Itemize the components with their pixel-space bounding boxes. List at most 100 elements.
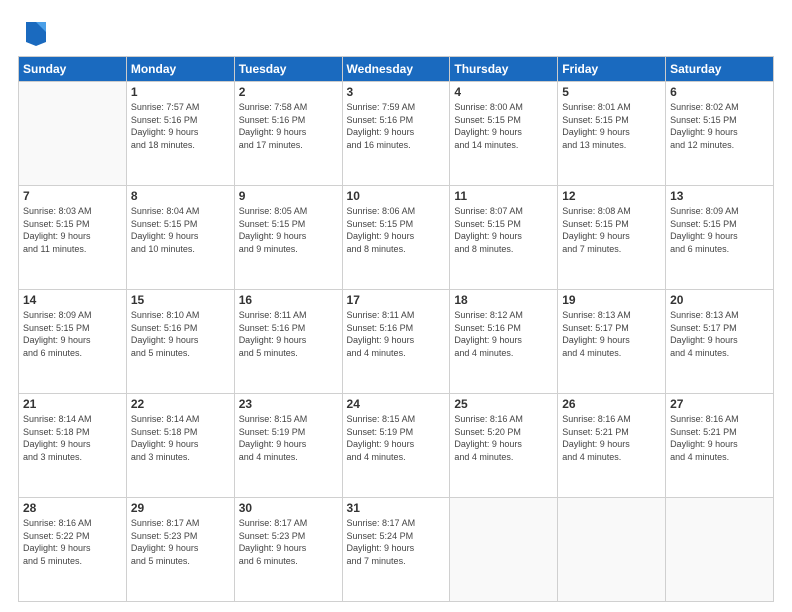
day-info: Sunrise: 8:06 AMSunset: 5:15 PMDaylight:… <box>347 205 446 255</box>
table-row <box>666 498 774 602</box>
day-info: Sunrise: 8:07 AMSunset: 5:15 PMDaylight:… <box>454 205 553 255</box>
table-row: 3 Sunrise: 7:59 AMSunset: 5:16 PMDaylight… <box>342 82 450 186</box>
day-info: Sunrise: 8:05 AMSunset: 5:15 PMDaylight:… <box>239 205 338 255</box>
day-number: 1 <box>131 85 230 99</box>
header <box>18 18 774 46</box>
day-number: 23 <box>239 397 338 411</box>
day-number: 25 <box>454 397 553 411</box>
table-row: 5 Sunrise: 8:01 AMSunset: 5:15 PMDaylight… <box>558 82 666 186</box>
table-row: 26Sunrise: 8:16 AMSunset: 5:21 PMDayligh… <box>558 394 666 498</box>
day-info: Sunrise: 7:59 AMSunset: 5:16 PMDaylight:… <box>347 101 446 151</box>
day-info: Sunrise: 8:15 AMSunset: 5:19 PMDaylight:… <box>347 413 446 463</box>
day-info: Sunrise: 8:17 AMSunset: 5:23 PMDaylight:… <box>239 517 338 567</box>
table-row: 20Sunrise: 8:13 AMSunset: 5:17 PMDayligh… <box>666 290 774 394</box>
table-row: 22 Sunrise: 8:14 AMSunset: 5:18 PMDayligh… <box>126 394 234 498</box>
day-number: 22 <box>131 397 230 411</box>
day-info: Sunrise: 8:09 AMSunset: 5:15 PMDaylight:… <box>670 205 769 255</box>
day-number: 2 <box>239 85 338 99</box>
table-row: 2 Sunrise: 7:58 AMSunset: 5:16 PMDaylight… <box>234 82 342 186</box>
day-info: Sunrise: 8:11 AMSunset: 5:16 PMDaylight:… <box>347 309 446 359</box>
day-number: 11 <box>454 189 553 203</box>
day-number: 28 <box>23 501 122 515</box>
day-number: 4 <box>454 85 553 99</box>
table-row: 12 Sunrise: 8:08 AMSunset: 5:15 PMDayligh… <box>558 186 666 290</box>
table-row <box>19 82 127 186</box>
day-info: Sunrise: 8:08 AMSunset: 5:15 PMDaylight:… <box>562 205 661 255</box>
day-info: Sunrise: 8:16 AMSunset: 5:20 PMDaylight:… <box>454 413 553 463</box>
logo-icon <box>24 18 48 46</box>
calendar-day-header: Wednesday <box>342 57 450 82</box>
day-info: Sunrise: 7:58 AMSunset: 5:16 PMDaylight:… <box>239 101 338 151</box>
table-row: 30 Sunrise: 8:17 AMSunset: 5:23 PMDayligh… <box>234 498 342 602</box>
day-number: 14 <box>23 293 122 307</box>
day-number: 7 <box>23 189 122 203</box>
day-info: Sunrise: 8:13 AMSunset: 5:17 PMDaylight:… <box>562 309 661 359</box>
day-number: 21 <box>23 397 122 411</box>
table-row: 1 Sunrise: 7:57 AMSunset: 5:16 PMDaylight… <box>126 82 234 186</box>
table-row <box>450 498 558 602</box>
calendar-day-header: Friday <box>558 57 666 82</box>
day-number: 12 <box>562 189 661 203</box>
table-row: 27 Sunrise: 8:16 AMSunset: 5:21 PMDayligh… <box>666 394 774 498</box>
table-row <box>558 498 666 602</box>
table-row: 10Sunrise: 8:06 AMSunset: 5:15 PMDayligh… <box>342 186 450 290</box>
day-number: 6 <box>670 85 769 99</box>
day-info: Sunrise: 7:57 AMSunset: 5:16 PMDaylight:… <box>131 101 230 151</box>
table-row: 24 Sunrise: 8:15 AMSunset: 5:19 PMDayligh… <box>342 394 450 498</box>
day-number: 8 <box>131 189 230 203</box>
day-number: 27 <box>670 397 769 411</box>
day-number: 26 <box>562 397 661 411</box>
table-row: 29Sunrise: 8:17 AMSunset: 5:23 PMDayligh… <box>126 498 234 602</box>
day-info: Sunrise: 8:00 AMSunset: 5:15 PMDaylight:… <box>454 101 553 151</box>
day-number: 24 <box>347 397 446 411</box>
table-row: 14 Sunrise: 8:09 AMSunset: 5:15 PMDayligh… <box>19 290 127 394</box>
day-info: Sunrise: 8:03 AMSunset: 5:15 PMDaylight:… <box>23 205 122 255</box>
table-row: 21Sunrise: 8:14 AMSunset: 5:18 PMDayligh… <box>19 394 127 498</box>
day-info: Sunrise: 8:17 AMSunset: 5:24 PMDaylight:… <box>347 517 446 567</box>
table-row: 7 Sunrise: 8:03 AMSunset: 5:15 PMDaylight… <box>19 186 127 290</box>
table-row: 16 Sunrise: 8:11 AMSunset: 5:16 PMDayligh… <box>234 290 342 394</box>
day-number: 3 <box>347 85 446 99</box>
day-info: Sunrise: 8:14 AMSunset: 5:18 PMDaylight:… <box>131 413 230 463</box>
day-number: 29 <box>131 501 230 515</box>
calendar-week-row: 21 Sunrise: 8:14 AMSunset: 5:18 PMDayligh… <box>19 394 774 498</box>
table-row: 28 Sunrise: 8:16 AMSunset: 5:22 PMDayligh… <box>19 498 127 602</box>
table-row: 18 Sunrise: 8:12 AMSunset: 5:16 PMDayligh… <box>450 290 558 394</box>
calendar-day-header: Tuesday <box>234 57 342 82</box>
calendar-table: SundayMondayTuesdayWednesdayThursdayFrid… <box>18 56 774 602</box>
page: SundayMondayTuesdayWednesdayThursdayFrid… <box>0 0 792 612</box>
table-row: 4 Sunrise: 8:00 AMSunset: 5:15 PMDaylight… <box>450 82 558 186</box>
table-row: 31 Sunrise: 8:17 AMSunset: 5:24 PMDayligh… <box>342 498 450 602</box>
day-number: 31 <box>347 501 446 515</box>
day-number: 15 <box>131 293 230 307</box>
calendar-header-row: SundayMondayTuesdayWednesdayThursdayFrid… <box>19 57 774 82</box>
table-row: 6 Sunrise: 8:02 AMSunset: 5:15 PMDaylight… <box>666 82 774 186</box>
table-row: 19Sunrise: 8:13 AMSunset: 5:17 PMDayligh… <box>558 290 666 394</box>
table-row: 8 Sunrise: 8:04 AMSunset: 5:15 PMDaylight… <box>126 186 234 290</box>
table-row: 17 Sunrise: 8:11 AMSunset: 5:16 PMDayligh… <box>342 290 450 394</box>
logo <box>18 18 48 46</box>
day-number: 30 <box>239 501 338 515</box>
day-number: 13 <box>670 189 769 203</box>
calendar-week-row: 14 Sunrise: 8:09 AMSunset: 5:15 PMDayligh… <box>19 290 774 394</box>
day-info: Sunrise: 8:10 AMSunset: 5:16 PMDaylight:… <box>131 309 230 359</box>
day-number: 18 <box>454 293 553 307</box>
day-info: Sunrise: 8:16 AMSunset: 5:22 PMDaylight:… <box>23 517 122 567</box>
calendar-week-row: 28 Sunrise: 8:16 AMSunset: 5:22 PMDayligh… <box>19 498 774 602</box>
day-number: 5 <box>562 85 661 99</box>
day-info: Sunrise: 8:16 AMSunset: 5:21 PMDaylight:… <box>670 413 769 463</box>
calendar-day-header: Saturday <box>666 57 774 82</box>
day-number: 16 <box>239 293 338 307</box>
table-row: 13 Sunrise: 8:09 AMSunset: 5:15 PMDayligh… <box>666 186 774 290</box>
day-info: Sunrise: 8:04 AMSunset: 5:15 PMDaylight:… <box>131 205 230 255</box>
day-number: 17 <box>347 293 446 307</box>
table-row: 23 Sunrise: 8:15 AMSunset: 5:19 PMDayligh… <box>234 394 342 498</box>
day-info: Sunrise: 8:02 AMSunset: 5:15 PMDaylight:… <box>670 101 769 151</box>
day-info: Sunrise: 8:13 AMSunset: 5:17 PMDaylight:… <box>670 309 769 359</box>
day-info: Sunrise: 8:15 AMSunset: 5:19 PMDaylight:… <box>239 413 338 463</box>
calendar-day-header: Monday <box>126 57 234 82</box>
day-info: Sunrise: 8:01 AMSunset: 5:15 PMDaylight:… <box>562 101 661 151</box>
day-info: Sunrise: 8:09 AMSunset: 5:15 PMDaylight:… <box>23 309 122 359</box>
day-info: Sunrise: 8:12 AMSunset: 5:16 PMDaylight:… <box>454 309 553 359</box>
day-info: Sunrise: 8:11 AMSunset: 5:16 PMDaylight:… <box>239 309 338 359</box>
